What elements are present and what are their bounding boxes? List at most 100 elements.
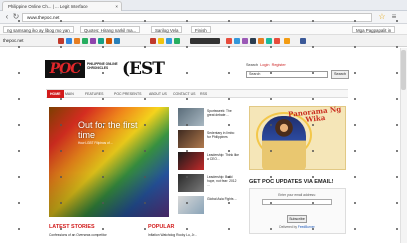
extension-icon[interactable] [226, 38, 232, 44]
browser-tab[interactable]: Philippine Online Ch... | ... Legit Inte… [2, 1, 122, 11]
story-thumbnail[interactable] [178, 152, 204, 170]
extension-icon[interactable] [106, 38, 112, 44]
nav-features[interactable]: FEATURES [82, 90, 106, 98]
grid-dot [102, 98, 104, 100]
grid-dot [18, 150, 20, 152]
extension-search-box[interactable] [190, 38, 220, 44]
bookmark-item[interactable]: Quotes: Hirang narkil ma... [80, 26, 141, 33]
grid-dot [396, 20, 398, 22]
nav-rss[interactable]: RSS [197, 90, 210, 98]
extension-icon[interactable] [258, 38, 264, 44]
extension-icon[interactable] [166, 38, 172, 44]
story-thumbnail[interactable] [178, 196, 204, 214]
story-thumbnail[interactable] [178, 130, 204, 148]
grid-dot [144, 72, 146, 74]
grid-dot [186, 150, 188, 152]
grid-dot [60, 228, 62, 230]
nav-contact[interactable]: CONTACT US [170, 90, 198, 98]
grid-dot [102, 20, 104, 22]
grid-dot [312, 150, 314, 152]
bookmark-item[interactable]: ng samsang iko ay libog mo yan [3, 26, 74, 33]
grid-dot [102, 72, 104, 74]
story-link[interactable]: Leadership: Think like a CEO... [207, 153, 239, 161]
grid-dot [144, 176, 146, 178]
extension-icon[interactable] [266, 38, 272, 44]
story-link[interactable]: Sportsweek: The great debate ... [207, 109, 239, 117]
list-item[interactable]: Inflation Watchdog Rocky Lu, Jr... [148, 233, 240, 237]
list-item[interactable]: Confessions of an Overseas competitor [49, 233, 144, 237]
grid-dot [228, 72, 230, 74]
grid-dot [18, 228, 20, 230]
register-link[interactable]: Register [272, 63, 286, 67]
grid-dot [18, 72, 20, 74]
hero-title[interactable]: Out for the first time [78, 120, 148, 140]
star-icon[interactable]: ☆ [378, 13, 386, 21]
grid-dot [60, 46, 62, 48]
story-thumbnail[interactable] [178, 108, 204, 126]
site-logo[interactable]: POC [45, 60, 85, 78]
extension-icon[interactable] [114, 38, 120, 44]
grid-dot [60, 202, 62, 204]
extension-icon[interactable] [82, 38, 88, 44]
grid-dot [186, 98, 188, 100]
extension-icon[interactable] [66, 38, 72, 44]
grid-dot [312, 20, 314, 22]
grid-dot [396, 228, 398, 230]
email-field[interactable] [262, 199, 332, 205]
nav-main[interactable]: MAIN [62, 90, 77, 98]
story-link[interactable]: Leadership: Build hope, not fear: 2012 .… [207, 175, 239, 187]
grid-dot [60, 72, 62, 74]
bookmark-item[interactable]: Mga Pagpapalit in [352, 26, 396, 33]
extension-icon[interactable] [242, 38, 248, 44]
grid-dot [354, 228, 356, 230]
extension-icon[interactable] [158, 38, 164, 44]
grid-dot [270, 202, 272, 204]
grid-dot [186, 20, 188, 22]
grid-dot [312, 46, 314, 48]
login-link[interactable]: Login [260, 63, 269, 67]
extension-icon[interactable] [174, 38, 180, 44]
extension-icon[interactable] [234, 38, 240, 44]
grid-dot [396, 46, 398, 48]
nav-poc-presents[interactable]: POC PRESENTS [111, 90, 144, 98]
search-button[interactable]: Search [331, 70, 349, 79]
bookmark-item[interactable]: Sarilog Vela [151, 26, 183, 33]
grid-dot [186, 72, 188, 74]
extension-icon[interactable] [58, 38, 64, 44]
story-thumbnail[interactable] [178, 174, 204, 192]
grid-dot [354, 150, 356, 152]
grid-dot [102, 124, 104, 126]
hero-subtitle: How LGBT Filipinos of ... [78, 141, 114, 145]
grid-dot [18, 124, 20, 126]
extension-icon[interactable] [274, 38, 280, 44]
grid-dot [270, 124, 272, 126]
search-input[interactable]: Search [246, 71, 328, 78]
facebook-icon[interactable] [300, 38, 306, 44]
grid-dot [144, 202, 146, 204]
close-icon[interactable]: × [115, 2, 118, 11]
grid-dot [270, 46, 272, 48]
extension-icon[interactable] [90, 38, 96, 44]
bookmark-item[interactable]: Finish [191, 26, 211, 33]
grid-dot [228, 46, 230, 48]
extension-icon[interactable] [98, 38, 104, 44]
extension-icon[interactable] [74, 38, 80, 44]
grid-dot [354, 20, 356, 22]
extension-icon[interactable] [150, 38, 156, 44]
grid-dot [396, 202, 398, 204]
grid-dot [228, 98, 230, 100]
extension-icon[interactable] [284, 38, 290, 44]
subscribe-label: Enter your email address: [278, 193, 316, 197]
back-icon[interactable]: ‹ [3, 13, 11, 21]
grid-dot [228, 124, 230, 126]
site-logo-subtitle: Philippine Online Chronicles [87, 62, 118, 71]
scrollbar-thumb[interactable] [401, 50, 406, 90]
story-link[interactable]: Sedentary in limbo for Philippines [207, 131, 239, 139]
site-logo-est: (EST [122, 59, 165, 79]
url-field[interactable]: www.thepoc.net [22, 13, 372, 22]
nav-about[interactable]: ABOUT US [146, 90, 170, 98]
subscribe-button[interactable]: Subscribe [287, 215, 307, 223]
extension-icon[interactable] [250, 38, 256, 44]
grid-dot [228, 228, 230, 230]
story-link[interactable]: Global Asia Fights ... [207, 197, 239, 201]
